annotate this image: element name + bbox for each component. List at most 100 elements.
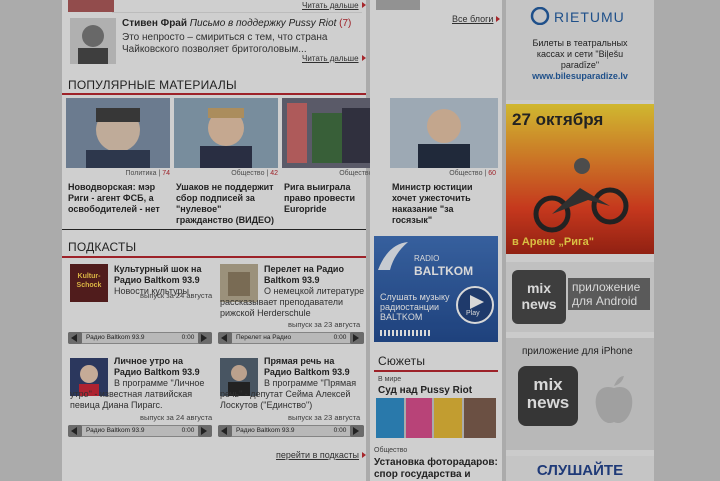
podcast-title-1[interactable]: Культурный шок на Радио Baltkom 93.9 (114, 264, 208, 286)
blog-title[interactable]: Письмо в поддержку Pussy Riot (190, 18, 337, 29)
podcast-date-3: выпуск за 24 августа (140, 413, 213, 422)
player-label: Радио Baltkom 93.9 (82, 333, 178, 343)
story-category-2[interactable]: Общество (374, 447, 407, 454)
podcast-date-4: выпуск за 23 августа (288, 413, 361, 422)
section-title-podcasts: Подкасты (68, 240, 137, 254)
listen-text: СЛУШАЙТЕ (536, 462, 624, 479)
section-divider (62, 229, 366, 230)
rietumu-logo: RIETUMU (554, 9, 625, 25)
tickets-ad[interactable]: Билеты в театральных кассах и сети "Biļe… (506, 34, 654, 100)
blog-heading[interactable]: Стивен Фрай Письмо в поддержку Pussy Rio… (122, 18, 362, 29)
play-button[interactable] (218, 425, 232, 437)
player-time: 0:00 (330, 333, 350, 343)
podcast-thumb-1[interactable]: Kultur-Schock (70, 264, 108, 302)
tickets-url[interactable]: www.bilesuparadize.lv (506, 71, 654, 81)
ads-column: RIETUMU Билеты в театральных кассах и се… (506, 0, 654, 481)
podcast-desc-2: О немецкой литературе рассказывает препо… (220, 286, 365, 318)
mix-logo-text: mix news (521, 280, 557, 312)
news-category-4[interactable]: Общество | 60 (390, 170, 496, 177)
story-photo (376, 398, 496, 438)
divider (112, 12, 362, 13)
motocross-image (533, 158, 629, 233)
rietumu-ad[interactable]: RIETUMU (506, 0, 654, 34)
news-thumb-2[interactable] (174, 98, 278, 168)
blog-author[interactable]: Стивен Фрай (122, 18, 187, 29)
podcasts-more-link[interactable]: перейти в подкасты (276, 450, 367, 460)
next-button[interactable] (198, 332, 212, 344)
audio-player-1[interactable]: Радио Baltkom 93.9 0:00 (68, 332, 212, 344)
podcast-title-4[interactable]: Прямая речь на Радио Baltkom 93.9 (264, 356, 364, 378)
story-thumb-1[interactable] (376, 398, 496, 438)
audio-player-2[interactable]: Перелет на Радио 0:00 (218, 332, 364, 344)
main-column: Читать дальше Стивен Фрай Письмо в подде… (62, 0, 386, 481)
next-button[interactable] (350, 332, 364, 344)
news-photo (66, 98, 170, 168)
radio-brand-top: RADIO (414, 254, 440, 263)
player-time: 0:00 (330, 426, 350, 436)
mix-iphone-ad[interactable]: приложение для iPhone mix news (506, 338, 654, 450)
radio-widget[interactable]: RADIO BALTKOM Слушать музыку радиостанци… (374, 236, 498, 342)
player-label: Перелет на Радио (232, 333, 330, 343)
mix-android-ad[interactable]: mix news приложение для Android (506, 262, 654, 332)
all-blogs-link[interactable]: Все блоги (452, 14, 501, 24)
player-time: 0:00 (178, 426, 198, 436)
story-title-1[interactable]: Суд над Pussy Riot (378, 385, 472, 396)
play-icon (221, 334, 227, 342)
play-icon (71, 427, 77, 435)
podcast-thumb-label: Kultur-Schock (76, 273, 102, 289)
podcast-date-2: выпуск за 23 августа (288, 320, 361, 329)
blog-avatar-top[interactable] (68, 0, 114, 12)
news-title-4[interactable]: Министр юстиции хочет ужесточить наказан… (392, 182, 496, 226)
next-icon (201, 427, 207, 435)
mix-logo: mix news (512, 270, 566, 324)
play-button-radio[interactable]: Play (456, 286, 494, 324)
next-button[interactable] (350, 425, 364, 437)
play-button[interactable] (218, 332, 232, 344)
player-label: Радио Baltkom 93.9 (82, 426, 178, 436)
podcast-date-1: выпуск за 24 августа (140, 291, 213, 300)
read-more-link[interactable]: Читать дальше (302, 54, 366, 63)
volume-icon[interactable] (380, 330, 432, 336)
audio-player-4[interactable]: Радио Baltkom 93.9 0:00 (218, 425, 364, 437)
apple-icon (595, 376, 633, 424)
news-category-1[interactable]: Политика | 74 (66, 170, 170, 177)
next-icon (353, 427, 359, 435)
news-thumb-1[interactable] (66, 98, 170, 168)
play-button[interactable] (68, 425, 82, 437)
next-icon (201, 334, 207, 342)
news-category-2[interactable]: Общество | 42 (174, 170, 278, 177)
read-more-link-top[interactable]: Читать дальше (302, 1, 366, 10)
player-time: 0:00 (178, 333, 198, 343)
mix-logo-2: mix news (518, 366, 578, 426)
next-button[interactable] (198, 425, 212, 437)
comment-count[interactable]: (7) (339, 18, 351, 29)
news-title-3[interactable]: Рига выиграла право провести Europride (284, 182, 364, 215)
section-title-popular: Популярные материалы (68, 78, 237, 92)
section-underline (62, 93, 366, 95)
rietumu-logo-icon (530, 7, 550, 25)
event-date: 27 октября (512, 110, 604, 129)
news-title-2[interactable]: Ушаков не поддержит сбор подписей за "ну… (176, 182, 276, 226)
story-category-1[interactable]: В мире (378, 376, 401, 383)
news-thumb-4[interactable] (390, 98, 498, 168)
audio-player-3[interactable]: Радио Baltkom 93.9 0:00 (68, 425, 212, 437)
podcast-desc-3: В программе "Личное утро" - известная ла… (70, 378, 205, 410)
person-photo (70, 18, 116, 64)
play-icon (71, 334, 77, 342)
blog-excerpt: Это непросто – смириться с тем, что стра… (122, 32, 328, 55)
podcast-title-3[interactable]: Личное утро на Радио Baltkom 93.9 (114, 356, 210, 378)
blog-thumb-top[interactable] (376, 0, 420, 10)
play-button[interactable] (68, 332, 82, 344)
podcast-title-2[interactable]: Перелет на Радио Baltkom 93.9 (264, 264, 364, 286)
arrow-right-icon (362, 452, 367, 458)
news-photo (390, 98, 498, 168)
radio-text: Слушать музыку радиостанции BALTKOM (380, 292, 450, 322)
news-title-1[interactable]: Новодворская: мэр Риги - агент ФСБ, а ос… (68, 182, 168, 215)
story-title-2[interactable]: Установка фоторадаров: спор государства … (374, 457, 500, 481)
event-ad[interactable]: 27 октября в Арене „Рига" (506, 104, 654, 254)
listen-ad[interactable]: СЛУШАЙТЕ (506, 456, 654, 481)
event-place: в Арене „Рига" (512, 236, 594, 248)
tickets-text: Билеты в театральных кассах и сети "Biļe… (532, 38, 628, 70)
blog-avatar[interactable] (70, 18, 116, 64)
play-icon (470, 295, 484, 309)
